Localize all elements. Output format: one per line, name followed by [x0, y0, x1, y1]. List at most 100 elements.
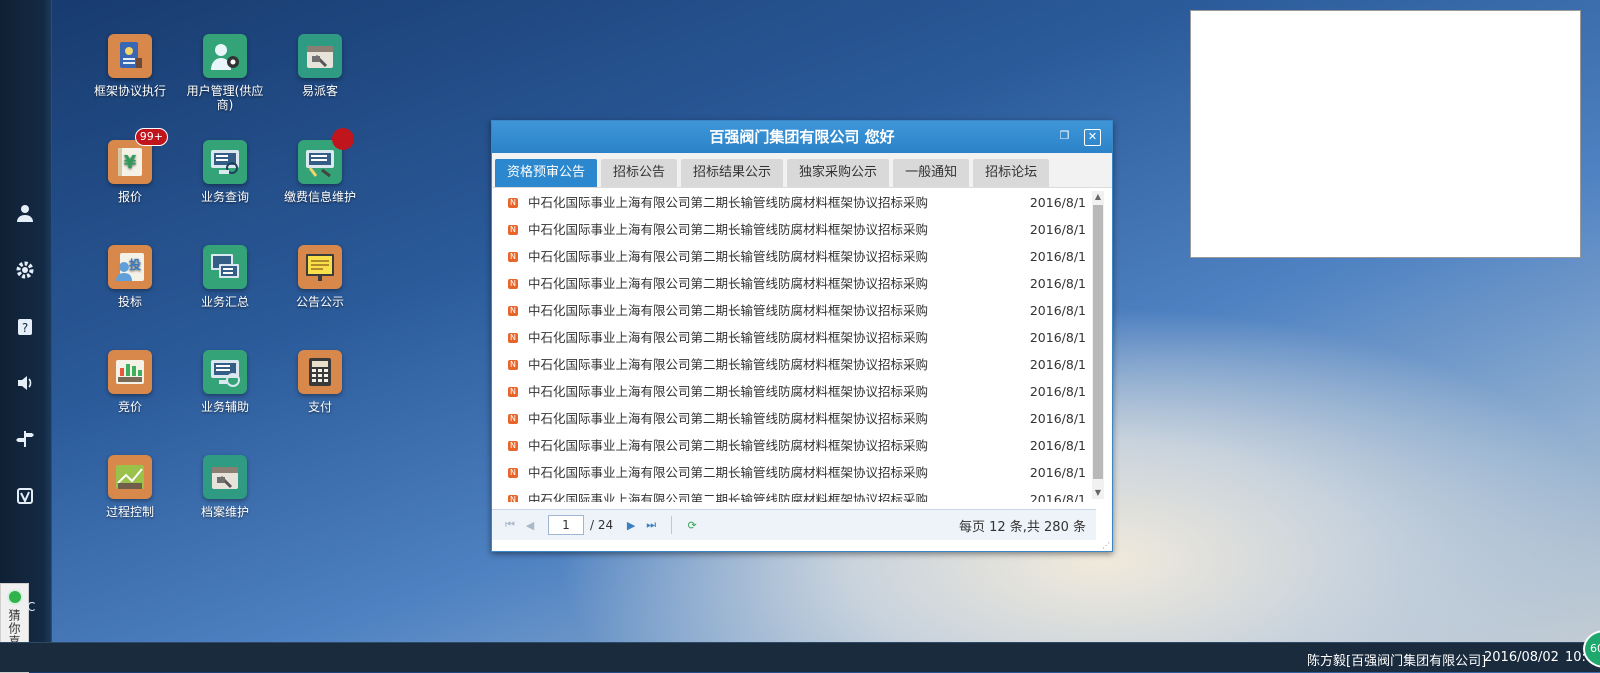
verify-icon[interactable] [14, 485, 36, 507]
list-item[interactable]: N 中石化国际事业上海有限公司第二期长输管线防腐材料框架协议招标采购... 2016… [492, 216, 1096, 243]
desktop-icon-epaike[interactable]: 易派客 [275, 34, 365, 98]
scroll-up-icon[interactable]: ▲ [1092, 191, 1104, 203]
notice-window: 百强阀门集团有限公司 您好 ❐ ✕ 资格预审公告 招标公告 招标结果公示 独家采… [491, 120, 1113, 552]
notice-list: N 中石化国际事业上海有限公司第二期长输管线防腐材料框架协议招标采购... 2016… [492, 189, 1096, 502]
list-item[interactable]: N 中石化国际事业上海有限公司第二期长输管线防腐材料框架协议招标采购... 2016… [492, 405, 1096, 432]
item-title[interactable]: 中石化国际事业上海有限公司第二期长输管线防腐材料框架协议招标采购... [528, 324, 928, 351]
tab-tender-forum[interactable]: 招标论坛 [973, 159, 1050, 187]
item-title[interactable]: 中石化国际事业上海有限公司第二期长输管线防腐材料框架协议招标采购... [528, 216, 928, 243]
user-icon[interactable] [14, 202, 36, 224]
svg-text:¥: ¥ [124, 152, 137, 173]
desktop-icon-label: 框架协议执行 [93, 84, 166, 98]
item-title[interactable]: 中石化国际事业上海有限公司第二期长输管线防腐材料框架协议招标采购... [528, 459, 928, 486]
close-icon[interactable]: ✕ [1084, 129, 1101, 146]
desktop-icon-framework-agreement[interactable]: 框架协议执行 [85, 34, 175, 98]
prev-page-icon[interactable]: ◀ [520, 519, 540, 532]
list-item[interactable]: N 中石化国际事业上海有限公司第二期长输管线防腐材料框架协议招标采购... 2016… [492, 351, 1096, 378]
desktop-icon-fee-maintenance[interactable]: 缴费信息维护 [275, 128, 365, 204]
list-item[interactable]: N 中石化国际事业上海有限公司第二期长输管线防腐材料框架协议招标采购... 2016… [492, 486, 1096, 502]
framework-agreement-icon [108, 34, 152, 78]
help-icon[interactable]: ? [14, 316, 36, 338]
list-item[interactable]: N 中石化国际事业上海有限公司第二期长输管线防腐材料框架协议招标采购... 2016… [492, 270, 1096, 297]
new-icon: N [508, 386, 518, 397]
item-title[interactable]: 中石化国际事业上海有限公司第二期长输管线防腐材料框架协议招标采购... [528, 189, 928, 216]
list-item[interactable]: N 中石化国际事业上海有限公司第二期长输管线防腐材料框架协议招标采购... 2016… [492, 378, 1096, 405]
item-title[interactable]: 中石化国际事业上海有限公司第二期长输管线防腐材料框架协议招标采购... [528, 243, 928, 270]
list-item[interactable]: N 中石化国际事业上海有限公司第二期长输管线防腐材料框架协议招标采购... 2016… [492, 432, 1096, 459]
item-date: 2016/8/1 [1029, 195, 1086, 210]
desktop-icon-label: 业务辅助 [200, 400, 249, 414]
list-item[interactable]: N 中石化国际事业上海有限公司第二期长输管线防腐材料框架协议招标采购... 2016… [492, 189, 1096, 216]
signpost-icon[interactable] [14, 428, 36, 450]
next-page-icon[interactable]: ▶ [621, 519, 641, 532]
list-item[interactable]: N 中石化国际事业上海有限公司第二期长输管线防腐材料框架协议招标采购... 2016… [492, 324, 1096, 351]
item-title[interactable]: 中石化国际事业上海有限公司第二期长输管线防腐材料框架协议招标采购... [528, 378, 928, 405]
tab-sole-procurement[interactable]: 独家采购公示 [787, 159, 890, 187]
left-sidebar: ? [0, 0, 52, 642]
first-page-icon[interactable]: ⏮ [500, 518, 520, 532]
speaker-icon[interactable] [14, 372, 36, 394]
desktop-icon-announcement[interactable]: 公告公示 [275, 245, 365, 309]
desktop-icon-payment[interactable]: 支付 [275, 350, 365, 414]
item-date: 2016/8/1 [1029, 357, 1086, 372]
list-item[interactable]: N 中石化国际事业上海有限公司第二期长输管线防腐材料框架协议招标采购... 2016… [492, 297, 1096, 324]
announcement-board-icon [298, 245, 342, 289]
desktop-icon-user-management[interactable]: 用户管理(供应商) [180, 34, 270, 112]
pagination-bar: ⏮ ◀ 1 / 24 ▶ ⏭ ⟳ 每页 12 条,共 280 条 [492, 509, 1096, 540]
desktop-icon-label: 缴费信息维护 [283, 190, 356, 204]
restore-icon[interactable]: ❐ [1057, 129, 1072, 144]
desktop-icon-business-query[interactable]: 业务查询 [180, 140, 270, 204]
refresh-icon[interactable]: ⟳ [682, 519, 702, 532]
tab-tender-result[interactable]: 招标结果公示 [681, 159, 784, 187]
status-dot-icon [6, 589, 23, 605]
window-title-bar[interactable]: 百强阀门集团有限公司 您好 ❐ ✕ [492, 121, 1112, 153]
desktop-icon-label: 报价 [117, 190, 142, 204]
list-item[interactable]: N 中石化国际事业上海有限公司第二期长输管线防腐材料框架协议招标采购... 2016… [492, 243, 1096, 270]
scroll-thumb[interactable] [1093, 205, 1103, 479]
item-date: 2016/8/1 [1029, 492, 1086, 502]
desktop-icon-quote[interactable]: ¥ 99+ 报价 [85, 128, 175, 204]
notification-dot [332, 128, 354, 150]
item-title[interactable]: 中石化国际事业上海有限公司第二期长输管线防腐材料框架协议招标采购... [528, 486, 928, 502]
archive-icon [298, 34, 342, 78]
new-icon: N [508, 440, 518, 451]
new-icon: N [508, 332, 518, 343]
new-icon: N [508, 413, 518, 424]
tab-general-notice[interactable]: 一般通知 [893, 159, 970, 187]
desktop-icon-label: 用户管理(供应商) [186, 84, 264, 112]
new-icon: N [508, 467, 518, 478]
scroll-down-icon[interactable]: ▼ [1092, 487, 1104, 499]
page-info: 每页 12 条,共 280 条 [958, 519, 1086, 535]
tab-prequalification[interactable]: 资格预审公告 [495, 159, 598, 187]
item-date: 2016/8/1 [1029, 465, 1086, 480]
list-scrollbar[interactable]: ▲ ▼ [1092, 191, 1104, 499]
user-settings-icon [203, 34, 247, 78]
item-date: 2016/8/1 [1029, 411, 1086, 426]
item-title[interactable]: 中石化国际事业上海有限公司第二期长输管线防腐材料框架协议招标采购... [528, 270, 928, 297]
item-date: 2016/8/1 [1029, 222, 1086, 237]
desktop-icon-archive-maintenance[interactable]: 档案维护 [180, 455, 270, 519]
new-icon: N [508, 494, 518, 502]
item-date: 2016/8/1 [1029, 276, 1086, 291]
c-icon[interactable]: C [27, 600, 39, 616]
list-item[interactable]: N 中石化国际事业上海有限公司第二期长输管线防腐材料框架协议招标采购... 2016… [492, 459, 1096, 486]
item-title[interactable]: 中石化国际事业上海有限公司第二期长输管线防腐材料框架协议招标采购... [528, 297, 928, 324]
item-title[interactable]: 中石化国际事业上海有限公司第二期长输管线防腐材料框架协议招标采购... [528, 351, 928, 378]
business-assist-icon [203, 350, 247, 394]
last-page-icon[interactable]: ⏭ [641, 518, 661, 532]
fee-maintenance-icon [298, 128, 354, 184]
item-title[interactable]: 中石化国际事业上海有限公司第二期长输管线防腐材料框架协议招标采购... [528, 432, 928, 459]
gear-icon[interactable] [14, 259, 36, 281]
resize-handle-icon[interactable]: ⋰ [1102, 541, 1110, 550]
window-title: 百强阀门集团有限公司 您好 [709, 128, 895, 146]
item-title[interactable]: 中石化国际事业上海有限公司第二期长输管线防腐材料框架协议招标采购... [528, 405, 928, 432]
item-date: 2016/8/1 [1029, 384, 1086, 399]
desktop-icon-business-summary[interactable]: 业务汇总 [180, 245, 270, 309]
desktop-icon-business-assist[interactable]: 业务辅助 [180, 350, 270, 414]
desktop-icon-bid[interactable]: 投 投标 [85, 245, 175, 309]
desktop-icon-process-control[interactable]: 过程控制 [85, 455, 175, 519]
page-number-input[interactable]: 1 [548, 515, 584, 535]
desktop-icon-auction[interactable]: 竞价 [85, 350, 175, 414]
tab-tender-notice[interactable]: 招标公告 [601, 159, 678, 187]
new-icon: N [508, 251, 518, 262]
